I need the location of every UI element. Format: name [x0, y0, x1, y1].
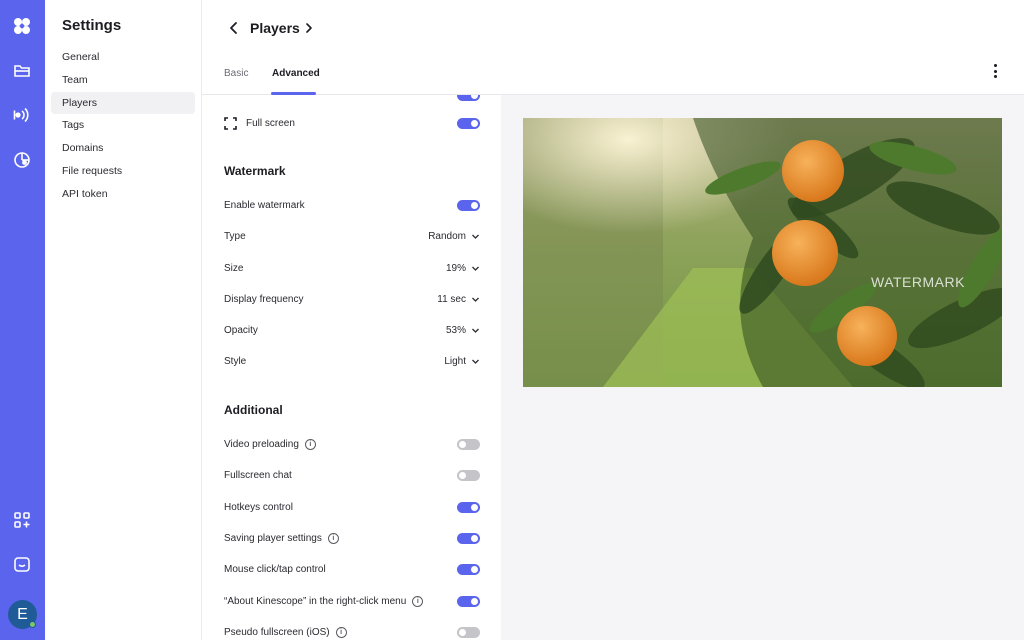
chevron-down-icon: [472, 297, 479, 302]
style-label: Style: [224, 355, 247, 367]
saving-player-settings-label: Saving player settings: [224, 532, 322, 544]
hotkeys-control-toggle[interactable]: [457, 501, 480, 513]
tab-basic[interactable]: Basic: [224, 68, 248, 79]
advanced-settings-panel: Full screen Watermark Enable watermark T…: [202, 95, 501, 640]
type-select[interactable]: Random: [428, 231, 480, 242]
sidebar-title: Settings: [62, 17, 122, 34]
info-icon[interactable]: i: [335, 626, 347, 638]
pseudo-fullscreen-label: Pseudo fullscreen (iOS): [224, 626, 330, 638]
analytics-icon[interactable]: [11, 149, 33, 171]
opacity-label: Opacity: [224, 324, 258, 336]
online-status-dot: [29, 621, 36, 628]
sidebar-item-general[interactable]: General: [51, 46, 195, 69]
saving-player-settings-toggle[interactable]: [457, 532, 480, 544]
player-preview[interactable]: WATERMARK: [523, 118, 1002, 387]
apps-icon[interactable]: [11, 509, 33, 531]
sidebar-item-players[interactable]: Players: [51, 91, 195, 115]
enable-watermark-label: Enable watermark: [224, 199, 305, 211]
info-icon[interactable]: i: [412, 595, 424, 607]
more-options-icon[interactable]: [988, 62, 1002, 80]
watermark-heading: Watermark: [224, 164, 286, 178]
sidebar-item-tags[interactable]: Tags: [51, 114, 195, 137]
pseudo-fullscreen-toggle[interactable]: [457, 626, 480, 638]
sidebar-item-domains[interactable]: Domains: [51, 137, 195, 160]
type-value: Random: [428, 230, 466, 242]
style-value: Light: [444, 355, 466, 367]
size-value: 19%: [445, 262, 466, 274]
additional-row-mouse-control: Mouse click/tap control: [224, 559, 480, 579]
display-frequency-value: 11 sec: [437, 293, 466, 305]
display-frequency-row: Display frequency 11 sec: [224, 289, 480, 309]
display-frequency-select[interactable]: 11 sec: [437, 294, 480, 305]
chevron-down-icon: [472, 266, 479, 271]
enable-watermark-toggle[interactable]: [457, 199, 480, 211]
enable-watermark-row: Enable watermark: [224, 195, 480, 215]
size-row: Size 19%: [224, 258, 480, 278]
additional-row-pseudo-fullscreen: Pseudo fullscreen (iOS) i: [224, 622, 480, 640]
sidebar-nav: General Team Players Tags Domains File r…: [51, 46, 195, 206]
size-label: Size: [224, 262, 244, 274]
additional-row-fullscreen-chat: Fullscreen chat: [224, 465, 480, 485]
full-screen-row: Full screen: [224, 113, 480, 133]
chevron-down-icon: [472, 234, 479, 239]
folder-icon[interactable]: [11, 59, 33, 81]
chevron-left-icon[interactable]: [226, 19, 242, 37]
size-select[interactable]: 19%: [446, 263, 480, 274]
video-preloading-toggle[interactable]: [457, 438, 480, 450]
avatar-letter: E: [17, 605, 28, 623]
chevron-down-icon: [472, 359, 479, 364]
page-title: Players: [250, 20, 300, 36]
broadcast-icon[interactable]: [11, 104, 33, 126]
fullscreen-icon: [224, 116, 237, 130]
additional-heading: Additional: [224, 403, 283, 417]
preview-image: [523, 118, 1002, 387]
info-icon[interactable]: i: [304, 438, 316, 450]
sidebar-item-api-token[interactable]: API token: [51, 183, 195, 206]
hotkeys-control-label: Hotkeys control: [224, 501, 293, 513]
sidebar-item-file-requests[interactable]: File requests: [51, 160, 195, 183]
chevron-right-icon[interactable]: [302, 20, 316, 36]
type-row: Type Random: [224, 226, 480, 246]
fullscreen-chat-toggle[interactable]: [457, 469, 480, 481]
mouse-control-toggle[interactable]: [457, 563, 480, 575]
opacity-row: Opacity 53%: [224, 320, 480, 340]
type-label: Type: [224, 230, 246, 242]
opacity-value: 53%: [445, 324, 466, 336]
video-preloading-label: Video preloading: [224, 438, 299, 450]
additional-row-video-preloading: Video preloading i: [224, 434, 480, 454]
display-frequency-label: Display frequency: [224, 293, 304, 305]
scrolled-toggle[interactable]: [457, 95, 480, 101]
style-select[interactable]: Light: [444, 356, 480, 367]
additional-row-saving-settings: Saving player settings i: [224, 528, 480, 548]
about-kinescope-label: “About Kinescope” in the right-click men…: [224, 595, 407, 607]
chat-icon[interactable]: [11, 554, 33, 576]
user-avatar[interactable]: E: [8, 600, 37, 629]
tab-advanced[interactable]: Advanced: [272, 68, 320, 79]
full-screen-toggle[interactable]: [457, 117, 480, 129]
about-kinescope-toggle[interactable]: [457, 595, 480, 607]
info-icon[interactable]: i: [327, 532, 339, 544]
additional-row-about-kinescope: “About Kinescope” in the right-click men…: [224, 591, 480, 611]
watermark-overlay: WATERMARK: [871, 274, 965, 290]
fullscreen-chat-label: Fullscreen chat: [224, 469, 292, 481]
sidebar-item-team[interactable]: Team: [51, 69, 195, 92]
full-screen-label: Full screen: [246, 117, 295, 129]
mouse-control-label: Mouse click/tap control: [224, 563, 326, 575]
opacity-select[interactable]: 53%: [446, 325, 480, 336]
style-row: Style Light: [224, 351, 480, 371]
app-rail: E: [0, 0, 45, 640]
chevron-down-icon: [472, 328, 479, 333]
page-header: Players Basic Advanced: [202, 0, 1024, 95]
additional-row-hotkeys: Hotkeys control: [224, 497, 480, 517]
scrolled-row: [224, 95, 480, 105]
settings-sidebar: Settings General Team Players Tags Domai…: [45, 0, 202, 640]
logo-icon[interactable]: [11, 15, 33, 37]
